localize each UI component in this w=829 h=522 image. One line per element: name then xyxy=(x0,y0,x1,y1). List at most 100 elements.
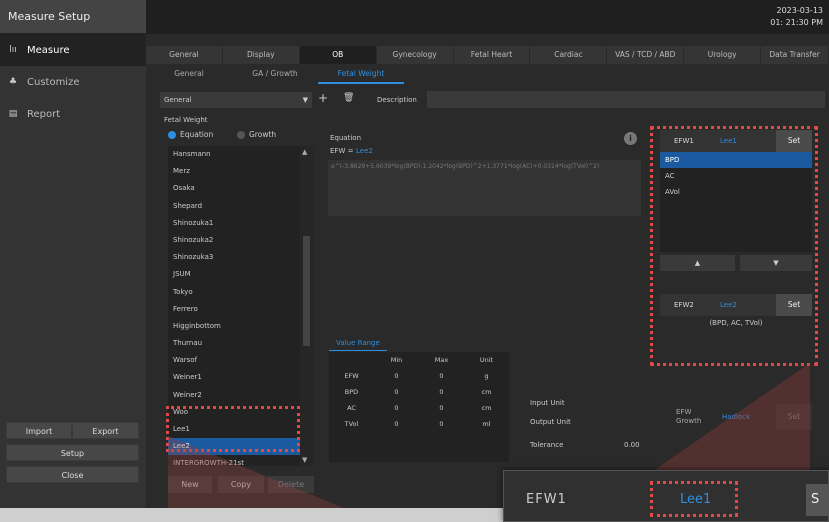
tab-cardiac[interactable]: Cardiac xyxy=(530,46,607,64)
list-item[interactable]: Weiner2 xyxy=(168,387,300,404)
tab-display[interactable]: Display xyxy=(222,46,299,64)
param-item[interactable]: AC xyxy=(660,168,812,184)
unit-cell: cm xyxy=(481,404,492,412)
radio-label: Growth xyxy=(249,130,277,139)
unit-cell: cm xyxy=(481,388,492,396)
radio-label: Equation xyxy=(180,130,214,139)
info-icon[interactable]: i xyxy=(624,132,637,145)
list-item[interactable]: Tokyo xyxy=(168,284,300,301)
chevron-down-icon: ▼ xyxy=(302,96,308,104)
tab-general[interactable]: General xyxy=(146,46,222,64)
list-item[interactable]: Higginbottom xyxy=(168,318,300,335)
input-unit-label: Input Unit xyxy=(530,399,565,407)
subtab-ga-growth[interactable]: GA / Growth xyxy=(232,64,318,84)
sidebar-item-label: Report xyxy=(27,108,61,120)
list-item[interactable]: Hansmann xyxy=(168,146,300,163)
tab-data-transfer[interactable]: Data Transfer xyxy=(761,46,829,64)
description-input[interactable] xyxy=(427,91,825,108)
tolerance-label: Tolerance xyxy=(530,441,564,449)
scroll-up-icon[interactable]: ▲ xyxy=(302,148,307,156)
list-scrollbar[interactable]: ▲ ▼ xyxy=(300,146,313,466)
setup-button[interactable]: Setup xyxy=(6,444,139,461)
zoom-lee1-value: Lee1 xyxy=(680,492,712,507)
arrow-up-icon: ▲ xyxy=(694,259,701,267)
list-item[interactable]: Thurnau xyxy=(168,335,300,352)
list-item[interactable]: Shinozuka3 xyxy=(168,249,300,266)
list-item[interactable]: Osaka xyxy=(168,180,300,197)
list-item[interactable]: Shinozuka1 xyxy=(168,215,300,232)
list-item[interactable]: Weiner1 xyxy=(168,369,300,386)
export-button[interactable]: Export xyxy=(72,422,139,439)
tab-urology[interactable]: Urology xyxy=(684,46,761,64)
import-button[interactable]: Import xyxy=(6,422,72,439)
tab-vas-tcd-abd[interactable]: VAS / TCD / ABD xyxy=(607,46,684,64)
list-item[interactable]: Warsof xyxy=(168,352,300,369)
table-row: AC 0 0 cm xyxy=(329,400,509,416)
unit-cell: g xyxy=(484,372,489,380)
clock-time: 01: 21:30 PM xyxy=(770,18,823,27)
list-item[interactable]: Merz xyxy=(168,163,300,180)
description-label: Description xyxy=(377,96,417,104)
max-cell[interactable]: 0 xyxy=(419,400,464,416)
equation-radio[interactable]: Equation xyxy=(168,130,213,139)
subtab-general[interactable]: General xyxy=(146,64,232,84)
value-range-tab[interactable]: Value Range xyxy=(329,336,387,351)
min-cell[interactable]: 0 xyxy=(374,384,419,400)
efw-label: EFW = xyxy=(330,147,354,155)
app-window: Measure Setup lıı Measure ♣ Customize ▤ … xyxy=(0,0,829,508)
arrow-down-icon: ▼ xyxy=(773,259,779,267)
growth-radio[interactable]: Growth xyxy=(237,130,276,139)
move-up-button[interactable]: ▲ xyxy=(660,255,735,271)
efw2-set-button[interactable]: Set xyxy=(776,294,812,316)
zoom-efw1-label: EFW1 xyxy=(526,492,567,507)
list-item[interactable]: Shinozuka2 xyxy=(168,232,300,249)
trash-icon[interactable]: 🗑 xyxy=(343,93,354,103)
row-label: TVol xyxy=(344,420,359,428)
efw1-param-list: BPD AC AVol xyxy=(660,152,812,252)
param-item[interactable]: BPD xyxy=(660,152,812,168)
zoom-callout: EFW1 Lee1 S xyxy=(503,470,829,522)
tab-ob[interactable]: OB xyxy=(299,46,376,64)
close-button[interactable]: Close xyxy=(6,466,139,483)
min-cell[interactable]: 0 xyxy=(374,368,419,384)
tab-gynecology[interactable]: Gynecology xyxy=(376,46,453,64)
efw1-row: EFW1 Lee1 Set xyxy=(660,130,812,152)
top-bar: 2023-03-13 01: 21:30 PM xyxy=(146,0,829,34)
max-cell[interactable]: 0 xyxy=(419,368,464,384)
fetal-weight-label: Fetal Weight xyxy=(164,116,208,124)
efw2-label: EFW2 xyxy=(674,301,694,309)
min-cell[interactable]: 0 xyxy=(374,400,419,416)
efw2-params: (BPD, AC, TVol) xyxy=(709,319,763,327)
efw2-row: EFW2 Lee2 Set xyxy=(660,294,812,316)
tolerance-value[interactable]: 0.00 xyxy=(624,441,640,449)
equation-textarea[interactable]: e^(-3.8629+5.6039*log(BPD)-1.2042*log(BP… xyxy=(328,160,641,216)
header-cell xyxy=(329,352,374,368)
max-cell[interactable]: 0 xyxy=(419,384,464,400)
efw1-set-button[interactable]: Set xyxy=(776,130,812,152)
max-cell[interactable]: 0 xyxy=(419,416,464,432)
sidebar: Measure Setup lıı Measure ♣ Customize ▤ … xyxy=(0,0,146,508)
unit-cell: ml xyxy=(482,420,491,428)
zoom-set-button: S xyxy=(806,484,828,516)
list-item[interactable]: Shepard xyxy=(168,198,300,215)
preset-select[interactable]: General ▼ xyxy=(160,92,312,108)
sidebar-item-customize[interactable]: ♣ Customize xyxy=(0,66,146,98)
preset-select-value: General xyxy=(164,96,192,104)
scroll-thumb[interactable] xyxy=(303,236,310,346)
table-row: BPD 0 0 cm xyxy=(329,384,509,400)
callout-shadow xyxy=(168,436,378,508)
radio-dot xyxy=(237,130,245,139)
sidebar-item-label: Customize xyxy=(27,76,80,88)
param-item[interactable]: AVol xyxy=(660,184,812,200)
list-item[interactable]: Ferrero xyxy=(168,301,300,318)
add-icon[interactable]: + xyxy=(318,91,328,105)
sidebar-item-report[interactable]: ▤ Report xyxy=(0,98,146,130)
list-item[interactable]: JSUM xyxy=(168,266,300,283)
tab-fetal-heart[interactable]: Fetal Heart xyxy=(453,46,530,64)
output-unit-label: Output Unit xyxy=(530,418,571,426)
sidebar-item-measure[interactable]: lıı Measure xyxy=(0,34,146,66)
move-down-button[interactable]: ▼ xyxy=(740,255,812,271)
min-cell[interactable]: 0 xyxy=(374,416,419,432)
subtab-fetal-weight[interactable]: Fetal Weight xyxy=(318,64,404,84)
table-header: Min Max Unit xyxy=(329,352,509,368)
